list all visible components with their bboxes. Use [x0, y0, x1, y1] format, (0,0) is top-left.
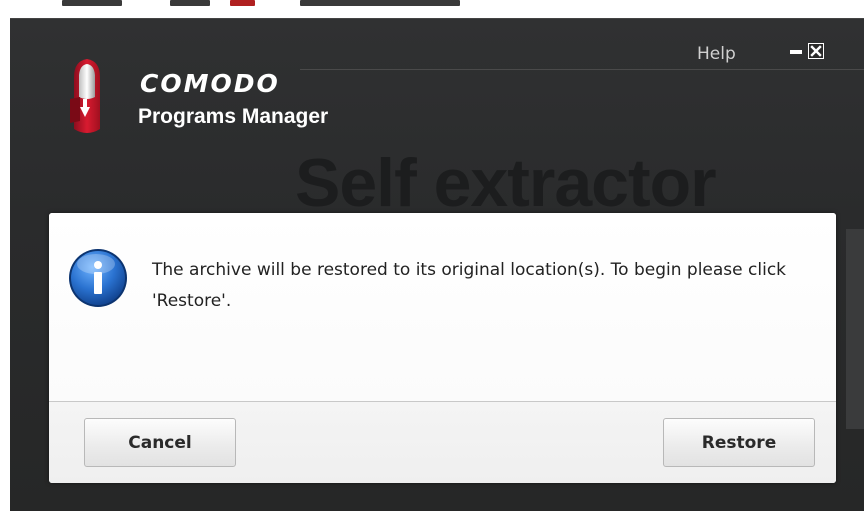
- restore-dialog: The archive will be restored to its orig…: [49, 213, 836, 483]
- cancel-button[interactable]: Cancel: [84, 418, 236, 467]
- header-divider: [300, 69, 864, 70]
- background-mark: [170, 0, 210, 6]
- close-icon[interactable]: [808, 43, 824, 59]
- background-mark: [62, 0, 122, 6]
- dialog-message: The archive will be restored to its orig…: [152, 260, 787, 311]
- restore-button[interactable]: Restore: [663, 418, 815, 467]
- comodo-logo-icon: [66, 57, 108, 145]
- background-mark: [230, 0, 255, 6]
- minimize-icon[interactable]: [790, 49, 802, 55]
- background-mark: [300, 0, 460, 6]
- window-edge: [846, 229, 864, 429]
- product-subtitle: Programs Manager: [138, 105, 329, 128]
- background-strip: [0, 0, 864, 20]
- dialog-footer: Cancel Restore: [49, 401, 836, 483]
- brand-title: COMODO: [140, 69, 280, 98]
- dialog-body: The archive will be restored to its orig…: [49, 213, 836, 401]
- help-link[interactable]: Help: [697, 44, 736, 64]
- self-extractor-watermark: Self extractor: [295, 145, 717, 221]
- programs-manager-window: Help COMODO Programs Manager Self extrac…: [10, 18, 864, 511]
- info-icon: [67, 247, 129, 313]
